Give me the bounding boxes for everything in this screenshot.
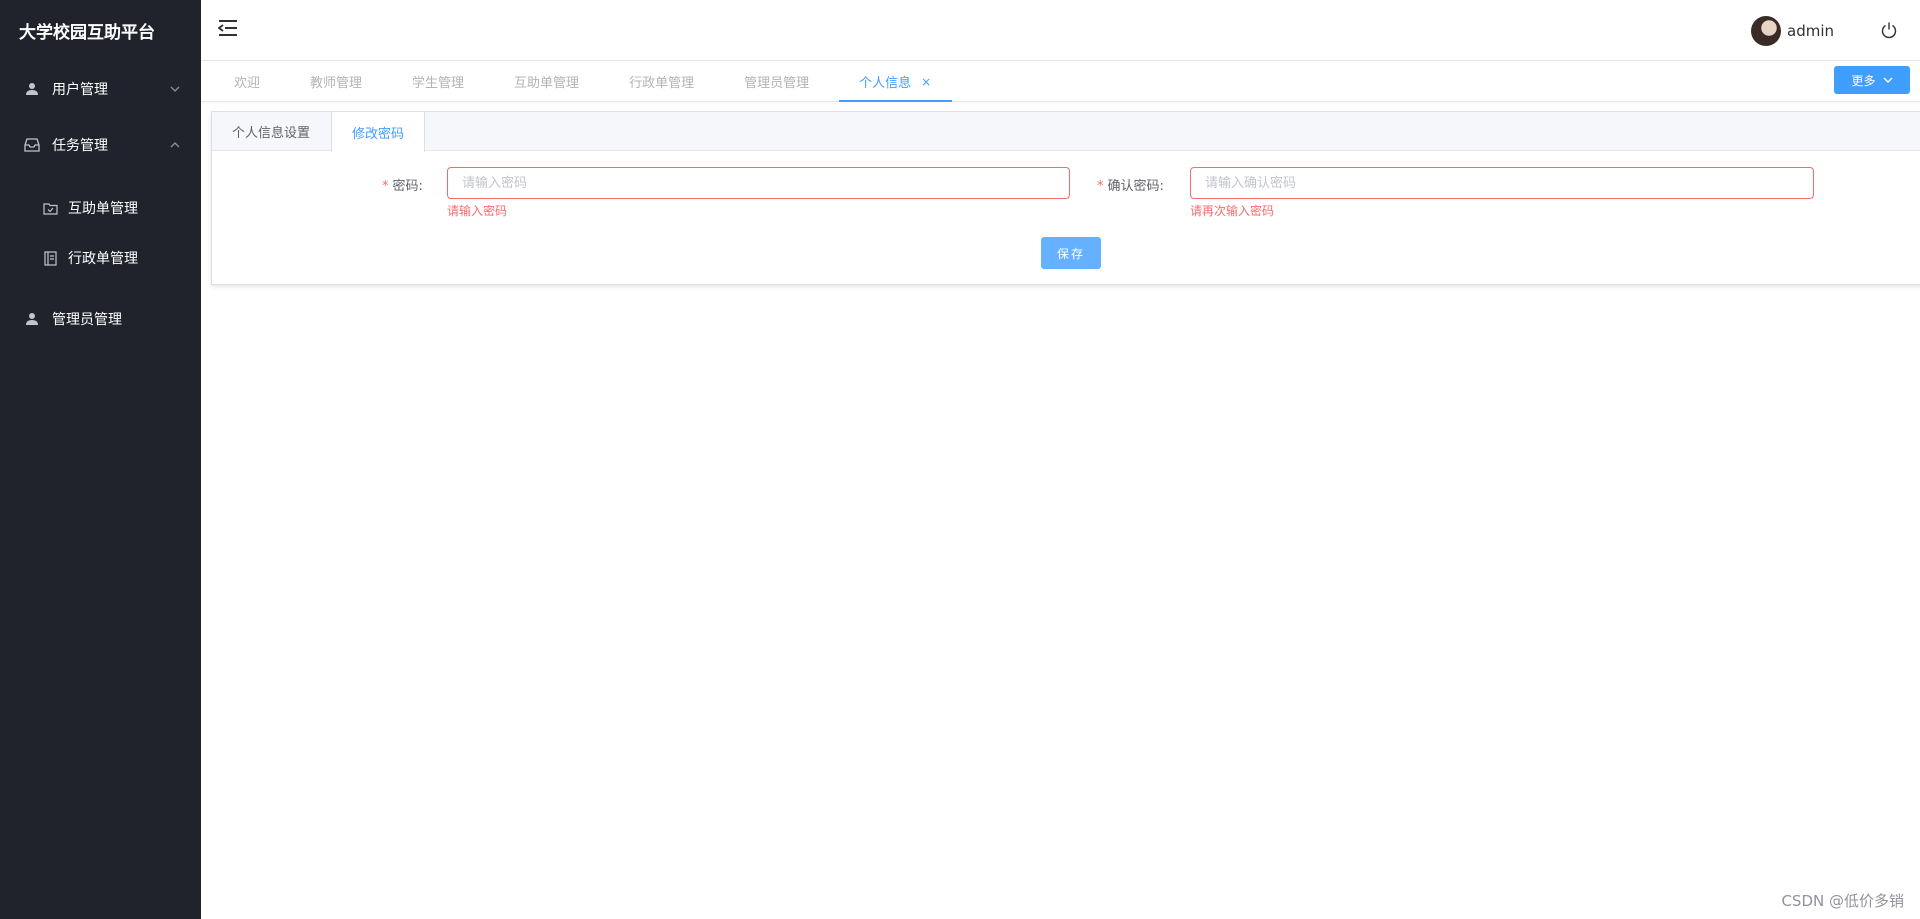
tab-label: 修改密码 — [352, 126, 405, 142]
tab-strip: 欢迎 教师管理 学生管理 互助单管理 行政单管理 管理员管理 个人信息 × 更多 — [201, 61, 1920, 102]
notebook-icon — [42, 250, 58, 266]
avatar — [1751, 16, 1781, 46]
sidebar-item-label: 管理员管理 — [52, 312, 122, 328]
tab-label: 个人信息 — [859, 76, 912, 91]
top-header: admin — [201, 0, 1920, 61]
sidebar-item-mutual-order-mgmt[interactable]: 互助单管理 — [0, 183, 201, 233]
settings-card: 个人信息设置 修改密码 * 密码: 请输入密码 * 确认密码: 请再次输入密码 保存 — [211, 111, 1920, 285]
brand-title: 大学校园互助平台 — [19, 23, 155, 43]
sidebar: 大学校园互助平台 用户管理 任务管理 互助单管理 行政单管理 管理员管理 — [0, 0, 201, 919]
required-marker: * — [1097, 179, 1104, 194]
required-marker: * — [382, 179, 389, 194]
user-icon — [24, 311, 40, 327]
watermark: CSDN @低价多销 — [1781, 892, 1904, 910]
password-input[interactable] — [447, 167, 1070, 199]
password-label: * 密码: — [382, 175, 423, 194]
tab-label: 学生管理 — [412, 76, 465, 91]
tab-label: 教师管理 — [310, 76, 363, 91]
chevron-up-icon — [169, 139, 181, 151]
tab-label: 行政单管理 — [629, 76, 695, 91]
password-form: * 密码: 请输入密码 * 确认密码: 请再次输入密码 保存 — [212, 151, 1920, 285]
inbox-icon — [24, 137, 40, 153]
sidebar-item-label: 任务管理 — [52, 138, 108, 154]
chevron-down-icon — [169, 83, 181, 95]
sidebar-item-label: 互助单管理 — [68, 201, 138, 217]
confirm-password-label-text: 确认密码: — [1107, 179, 1164, 194]
sidebar-item-administrator-mgmt[interactable]: 管理员管理 — [0, 291, 201, 347]
password-error: 请输入密码 — [447, 204, 508, 218]
chevron-down-icon — [1883, 75, 1893, 85]
save-button[interactable]: 保存 — [1041, 237, 1101, 269]
tab-personal-info-settings[interactable]: 个人信息设置 — [212, 112, 331, 151]
task-submenu: 互助单管理 行政单管理 — [0, 173, 201, 291]
sidebar-item-label: 行政单管理 — [68, 251, 138, 267]
tab-change-password[interactable]: 修改密码 — [331, 112, 426, 152]
sidebar-item-user-mgmt[interactable]: 用户管理 — [0, 61, 201, 117]
tab-list: 欢迎 教师管理 学生管理 互助单管理 行政单管理 管理员管理 个人信息 × — [201, 61, 953, 102]
tab-student-mgmt[interactable]: 学生管理 — [392, 61, 484, 102]
tab-personal-info[interactable]: 个人信息 × — [839, 61, 953, 102]
sidebar-item-admin-order-mgmt[interactable]: 行政单管理 — [0, 233, 201, 283]
tab-label: 个人信息设置 — [232, 126, 311, 141]
tab-label: 管理员管理 — [744, 76, 810, 91]
more-label: 更多 — [1851, 73, 1876, 88]
tab-welcome[interactable]: 欢迎 — [201, 61, 280, 102]
more-dropdown-button[interactable]: 更多 — [1834, 66, 1910, 94]
tab-mutual-order-mgmt[interactable]: 互助单管理 — [494, 61, 599, 102]
tab-teacher-mgmt[interactable]: 教师管理 — [290, 61, 382, 102]
collapse-menu-icon[interactable] — [217, 19, 238, 37]
tab-administrator-mgmt[interactable]: 管理员管理 — [724, 61, 829, 102]
tab-label: 欢迎 — [234, 76, 261, 91]
tab-admin-order-mgmt[interactable]: 行政单管理 — [609, 61, 714, 102]
confirm-password-input[interactable] — [1190, 167, 1814, 199]
close-icon[interactable]: × — [920, 75, 932, 89]
folder-check-icon — [42, 200, 58, 216]
tab-label: 互助单管理 — [514, 76, 580, 91]
password-label-text: 密码: — [392, 179, 423, 194]
power-icon[interactable] — [1880, 21, 1898, 39]
confirm-password-label: * 确认密码: — [1097, 175, 1164, 194]
username: admin — [1787, 22, 1834, 40]
user-icon — [24, 81, 40, 97]
sidebar-item-label: 用户管理 — [52, 82, 108, 98]
user-menu[interactable]: admin — [1751, 15, 1834, 47]
sidebar-item-task-mgmt[interactable]: 任务管理 — [0, 117, 201, 173]
card-tab-bar: 个人信息设置 修改密码 — [212, 112, 1920, 152]
confirm-password-error: 请再次输入密码 — [1190, 204, 1275, 218]
